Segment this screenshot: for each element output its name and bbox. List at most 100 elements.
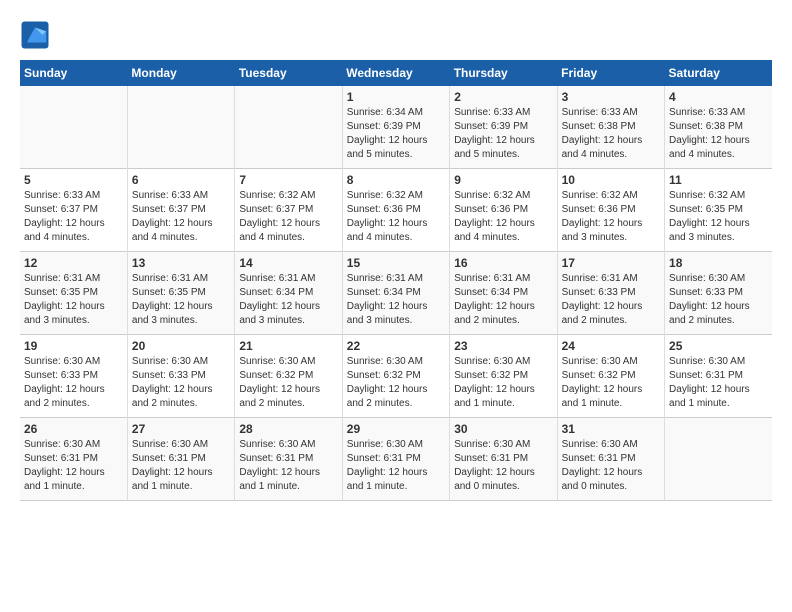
calendar-cell: 15 Sunrise: 6:31 AM Sunset: 6:34 PM Dayli… — [342, 252, 449, 335]
calendar-cell: 8Sunrise: 6:32 AM Sunset: 6:36 PM Daylig… — [342, 169, 449, 252]
day-info: Sunrise: 6:32 AM Sunset: 6:36 PM Dayligh… — [454, 189, 552, 245]
day-header-tuesday: Tuesday — [235, 60, 342, 86]
day-number: 11 — [669, 173, 768, 187]
calendar-cell: 1Sunrise: 6:34 AM Sunset: 6:39 PM Daylig… — [342, 86, 449, 169]
day-info: Sunrise: 6:31 AM Sunset: 6:34 PM Dayligh… — [239, 272, 337, 328]
day-info: Sunrise: 6:30 AM Sunset: 6:31 PM Dayligh… — [347, 438, 445, 494]
calendar-table: SundayMondayTuesdayWednesdayThursdayFrid… — [20, 60, 772, 501]
calendar-cell: 11 Sunrise: 6:32 AM Sunset: 6:35 PM Dayli… — [665, 169, 772, 252]
calendar-cell — [127, 86, 234, 169]
calendar-cell: 12 Sunrise: 6:31 AM Sunset: 6:35 PM Dayli… — [20, 252, 127, 335]
day-info: Sunrise: 6:33 AM Sunset: 6:37 PM Dayligh… — [132, 189, 230, 245]
day-header-wednesday: Wednesday — [342, 60, 449, 86]
day-number: 28 — [239, 422, 337, 436]
calendar-cell: 25Sunrise: 6:30 AM Sunset: 6:31 PM Dayli… — [665, 335, 772, 418]
calendar-cell: 31 Sunrise: 6:30 AM Sunset: 6:31 PM Dayli… — [557, 418, 664, 501]
day-number: 12 — [24, 256, 123, 270]
day-info: Sunrise: 6:30 AM Sunset: 6:31 PM Dayligh… — [562, 438, 660, 494]
calendar-cell: 23 Sunrise: 6:30 AM Sunset: 6:32 PM Dayli… — [450, 335, 557, 418]
day-header-saturday: Saturday — [665, 60, 772, 86]
day-info: Sunrise: 6:33 AM Sunset: 6:38 PM Dayligh… — [669, 106, 768, 162]
calendar-cell: 30 Sunrise: 6:30 AM Sunset: 6:31 PM Dayli… — [450, 418, 557, 501]
day-info: Sunrise: 6:30 AM Sunset: 6:32 PM Dayligh… — [347, 355, 445, 411]
day-info: Sunrise: 6:32 AM Sunset: 6:37 PM Dayligh… — [239, 189, 337, 245]
day-number: 1 — [347, 90, 445, 104]
day-info: Sunrise: 6:31 AM Sunset: 6:33 PM Dayligh… — [562, 272, 660, 328]
logo-icon — [20, 20, 50, 50]
day-number: 4 — [669, 90, 768, 104]
day-info: Sunrise: 6:30 AM Sunset: 6:33 PM Dayligh… — [24, 355, 123, 411]
day-info: Sunrise: 6:30 AM Sunset: 6:32 PM Dayligh… — [239, 355, 337, 411]
day-number: 14 — [239, 256, 337, 270]
calendar-cell: 4 Sunrise: 6:33 AM Sunset: 6:38 PM Daylig… — [665, 86, 772, 169]
day-number: 24 — [562, 339, 660, 353]
calendar-cell: 18Sunrise: 6:30 AM Sunset: 6:33 PM Dayli… — [665, 252, 772, 335]
day-number: 30 — [454, 422, 552, 436]
day-number: 29 — [347, 422, 445, 436]
day-info: Sunrise: 6:33 AM Sunset: 6:37 PM Dayligh… — [24, 189, 123, 245]
day-info: Sunrise: 6:30 AM Sunset: 6:32 PM Dayligh… — [562, 355, 660, 411]
day-number: 15 — [347, 256, 445, 270]
calendar-cell: 5Sunrise: 6:33 AM Sunset: 6:37 PM Daylig… — [20, 169, 127, 252]
calendar-cell: 22 Sunrise: 6:30 AM Sunset: 6:32 PM Dayli… — [342, 335, 449, 418]
day-number: 25 — [669, 339, 768, 353]
calendar-cell: 6 Sunrise: 6:33 AM Sunset: 6:37 PM Daylig… — [127, 169, 234, 252]
day-number: 16 — [454, 256, 552, 270]
calendar-cell: 2Sunrise: 6:33 AM Sunset: 6:39 PM Daylig… — [450, 86, 557, 169]
day-header-thursday: Thursday — [450, 60, 557, 86]
day-number: 6 — [132, 173, 230, 187]
day-info: Sunrise: 6:30 AM Sunset: 6:31 PM Dayligh… — [24, 438, 123, 494]
calendar-cell: 10 Sunrise: 6:32 AM Sunset: 6:36 PM Dayli… — [557, 169, 664, 252]
day-number: 31 — [562, 422, 660, 436]
day-number: 10 — [562, 173, 660, 187]
day-info: Sunrise: 6:30 AM Sunset: 6:31 PM Dayligh… — [454, 438, 552, 494]
day-header-friday: Friday — [557, 60, 664, 86]
calendar-cell: 28 Sunrise: 6:30 AM Sunset: 6:31 PM Dayli… — [235, 418, 342, 501]
calendar-cell: 19 Sunrise: 6:30 AM Sunset: 6:33 PM Dayli… — [20, 335, 127, 418]
day-info: Sunrise: 6:31 AM Sunset: 6:34 PM Dayligh… — [347, 272, 445, 328]
logo — [20, 20, 54, 50]
week-row-4: 19 Sunrise: 6:30 AM Sunset: 6:33 PM Dayli… — [20, 335, 772, 418]
day-info: Sunrise: 6:31 AM Sunset: 6:35 PM Dayligh… — [24, 272, 123, 328]
calendar-cell — [235, 86, 342, 169]
day-info: Sunrise: 6:32 AM Sunset: 6:36 PM Dayligh… — [562, 189, 660, 245]
day-number: 23 — [454, 339, 552, 353]
day-info: Sunrise: 6:33 AM Sunset: 6:39 PM Dayligh… — [454, 106, 552, 162]
calendar-cell: 29 Sunrise: 6:30 AM Sunset: 6:31 PM Dayli… — [342, 418, 449, 501]
day-number: 7 — [239, 173, 337, 187]
day-info: Sunrise: 6:32 AM Sunset: 6:36 PM Dayligh… — [347, 189, 445, 245]
day-info: Sunrise: 6:33 AM Sunset: 6:38 PM Dayligh… — [562, 106, 660, 162]
calendar-cell: 16Sunrise: 6:31 AM Sunset: 6:34 PM Dayli… — [450, 252, 557, 335]
day-info: Sunrise: 6:30 AM Sunset: 6:32 PM Dayligh… — [454, 355, 552, 411]
day-number: 20 — [132, 339, 230, 353]
calendar-cell: 7 Sunrise: 6:32 AM Sunset: 6:37 PM Daylig… — [235, 169, 342, 252]
day-info: Sunrise: 6:30 AM Sunset: 6:31 PM Dayligh… — [132, 438, 230, 494]
week-row-2: 5Sunrise: 6:33 AM Sunset: 6:37 PM Daylig… — [20, 169, 772, 252]
day-info: Sunrise: 6:30 AM Sunset: 6:31 PM Dayligh… — [239, 438, 337, 494]
day-number: 21 — [239, 339, 337, 353]
day-number: 9 — [454, 173, 552, 187]
day-header-monday: Monday — [127, 60, 234, 86]
page-header — [20, 20, 772, 50]
day-number: 22 — [347, 339, 445, 353]
day-number: 27 — [132, 422, 230, 436]
week-row-1: 1Sunrise: 6:34 AM Sunset: 6:39 PM Daylig… — [20, 86, 772, 169]
calendar-cell: 27 Sunrise: 6:30 AM Sunset: 6:31 PM Dayli… — [127, 418, 234, 501]
day-info: Sunrise: 6:30 AM Sunset: 6:33 PM Dayligh… — [132, 355, 230, 411]
calendar-cell — [665, 418, 772, 501]
calendar-cell: 21 Sunrise: 6:30 AM Sunset: 6:32 PM Dayli… — [235, 335, 342, 418]
calendar-cell: 26Sunrise: 6:30 AM Sunset: 6:31 PM Dayli… — [20, 418, 127, 501]
day-number: 19 — [24, 339, 123, 353]
day-number: 13 — [132, 256, 230, 270]
day-number: 17 — [562, 256, 660, 270]
calendar-cell: 20 Sunrise: 6:30 AM Sunset: 6:33 PM Dayli… — [127, 335, 234, 418]
calendar-cell: 3 Sunrise: 6:33 AM Sunset: 6:38 PM Daylig… — [557, 86, 664, 169]
day-info: Sunrise: 6:31 AM Sunset: 6:35 PM Dayligh… — [132, 272, 230, 328]
calendar-cell: 17 Sunrise: 6:31 AM Sunset: 6:33 PM Dayli… — [557, 252, 664, 335]
day-info: Sunrise: 6:32 AM Sunset: 6:35 PM Dayligh… — [669, 189, 768, 245]
week-row-5: 26Sunrise: 6:30 AM Sunset: 6:31 PM Dayli… — [20, 418, 772, 501]
calendar-cell: 14 Sunrise: 6:31 AM Sunset: 6:34 PM Dayli… — [235, 252, 342, 335]
day-number: 3 — [562, 90, 660, 104]
day-info: Sunrise: 6:30 AM Sunset: 6:33 PM Dayligh… — [669, 272, 768, 328]
calendar-cell — [20, 86, 127, 169]
